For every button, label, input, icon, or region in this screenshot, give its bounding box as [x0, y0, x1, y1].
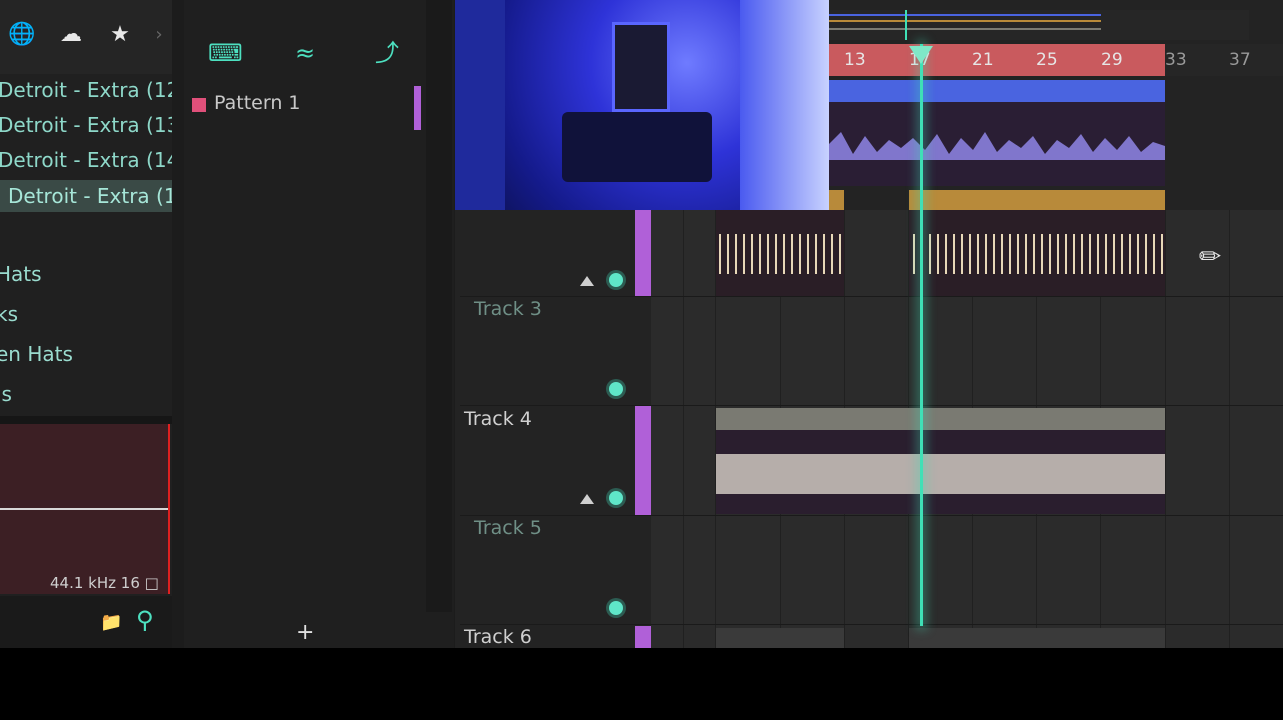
expand-triangle-icon[interactable]	[580, 494, 594, 504]
ruler-label: 13	[844, 50, 866, 70]
track-indicator-dot[interactable]	[609, 601, 623, 615]
folder-icon[interactable]: 📁	[100, 612, 122, 633]
track-indicator-dot[interactable]	[609, 491, 623, 505]
track-color-bar	[635, 210, 651, 296]
webcam-sofa	[562, 112, 712, 182]
pattern-icon	[192, 98, 206, 112]
browser-folder[interactable]: en Hats	[0, 342, 73, 366]
clip-header-blue[interactable]	[829, 80, 1165, 102]
track-name[interactable]: Track 4	[464, 408, 532, 430]
add-pattern-button[interactable]: +	[296, 620, 314, 645]
sample-info: 44.1 kHz 16 □	[50, 574, 159, 592]
browser-folder[interactable]: ks	[0, 302, 18, 326]
track-name[interactable]: Track 3	[474, 298, 542, 320]
webcam-light	[740, 0, 829, 210]
globe-icon[interactable]: 🌐	[8, 22, 35, 48]
track-color-bar	[635, 626, 651, 648]
bottom-letterbox	[0, 648, 1283, 720]
clip-waveform	[716, 454, 1165, 494]
row-divider	[460, 296, 1283, 297]
browser-item[interactable]: Detroit - Extra (13)	[0, 109, 172, 141]
picker-scrollbar[interactable]	[426, 0, 452, 612]
pattern-color-bar	[414, 86, 421, 130]
browser-item[interactable]: Detroit - Extra (12)	[0, 74, 172, 106]
browser-item-selected[interactable]: Detroit - Extra (15)	[0, 180, 172, 212]
browser-panel: 🌐 ☁ ★ › Detroit - Extra (12) Detroit - E…	[0, 0, 172, 648]
cloud-icon[interactable]: ☁	[58, 22, 84, 48]
chevron-right-icon[interactable]: ›	[146, 22, 172, 48]
browser-footer: 📁 ⚲	[0, 596, 172, 648]
playhead[interactable]	[920, 44, 923, 626]
fl-studio-window: 🌐 ☁ ★ › Detroit - Extra (12) Detroit - E…	[0, 0, 1283, 648]
ruler-label: 25	[1036, 50, 1058, 70]
piano-roll-icon[interactable]: ⌨	[208, 36, 243, 70]
clip-header[interactable]	[716, 628, 844, 648]
search-icon[interactable]: ⚲	[136, 606, 154, 634]
clip-header[interactable]	[909, 628, 1165, 648]
grid-line	[683, 210, 684, 648]
grid-line	[1229, 210, 1230, 648]
clip-header-gold[interactable]	[909, 190, 1165, 212]
playhead-marker[interactable]	[909, 46, 933, 64]
track-indicator-dot[interactable]	[609, 273, 623, 287]
browser-folder[interactable]: ls	[0, 382, 12, 406]
clip-header-gray[interactable]	[716, 408, 1165, 430]
divider	[0, 416, 172, 424]
ruler-label: 37	[1229, 50, 1251, 70]
sample-waveform	[0, 508, 168, 510]
pattern-item[interactable]: Pattern 1	[188, 86, 424, 130]
sample-rate: 44.1 kHz	[50, 574, 117, 592]
loop-icon[interactable]: □	[145, 574, 159, 592]
track-name[interactable]: Track 6	[464, 626, 532, 648]
track-color-bar	[635, 406, 651, 515]
grid-line	[1165, 210, 1166, 648]
waveform-icon[interactable]: ≈	[288, 36, 322, 70]
star-icon[interactable]: ★	[107, 22, 133, 48]
playlist-overview[interactable]	[829, 10, 1249, 40]
track-name[interactable]: Track 5	[474, 517, 542, 539]
webcam-window	[612, 22, 670, 112]
browser-item[interactable]: Detroit - Extra (14)	[0, 144, 172, 176]
automation-icon[interactable]: ⤴	[370, 36, 404, 70]
ruler-label: 21	[972, 50, 994, 70]
ruler-label: 29	[1101, 50, 1123, 70]
clip-waveform	[719, 234, 1163, 274]
track-indicator-dot[interactable]	[609, 382, 623, 396]
clip-waveform	[829, 132, 1165, 160]
row-divider	[460, 624, 1283, 625]
sample-bits: 16	[120, 574, 140, 592]
row-divider	[460, 515, 1283, 516]
row-divider	[460, 405, 1283, 406]
browser-folder[interactable]: Hats	[0, 262, 42, 286]
expand-triangle-icon[interactable]	[580, 276, 594, 286]
webcam-wall	[455, 0, 505, 210]
webcam-overlay	[455, 0, 829, 210]
pattern-label: Pattern 1	[214, 92, 301, 114]
ruler-label: 33	[1165, 50, 1187, 70]
